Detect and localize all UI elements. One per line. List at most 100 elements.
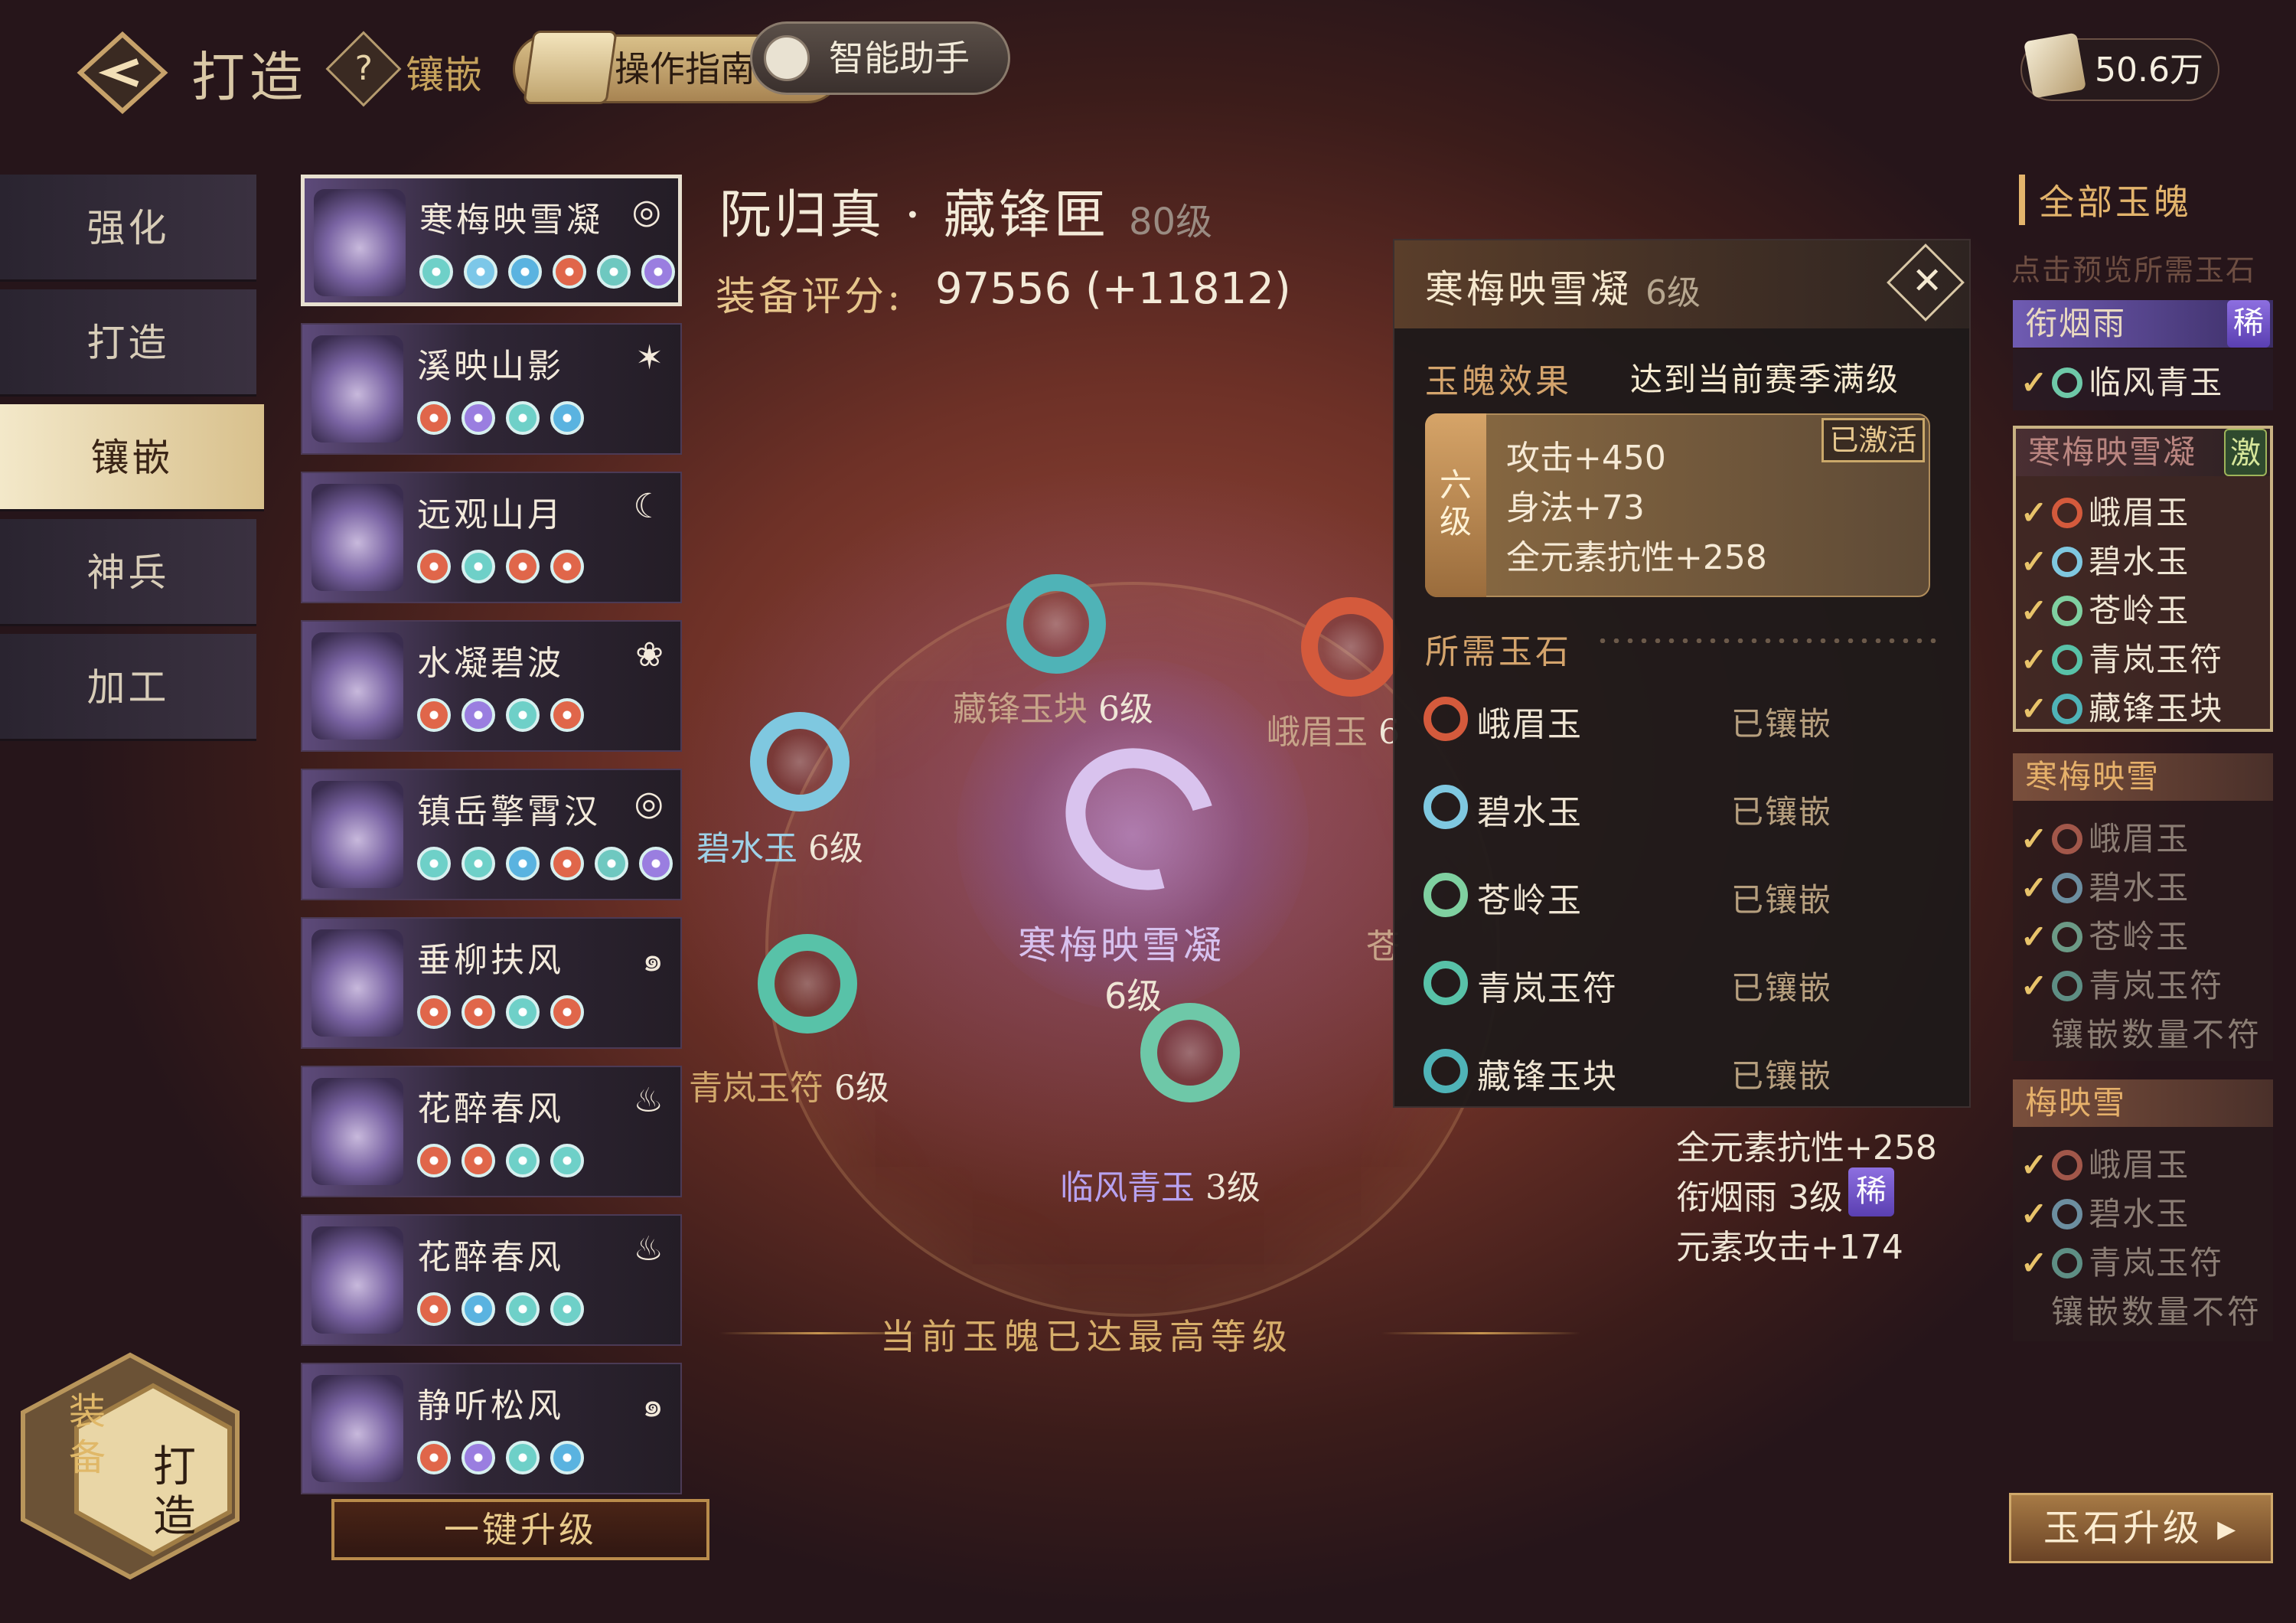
nav-divine-weapon[interactable]: 神兵 <box>0 519 256 626</box>
effect-label: 玉魄效果 <box>1425 362 1572 401</box>
required-stone-status: 已镶嵌 <box>1731 969 1833 1007</box>
one-key-upgrade-button[interactable]: 一键升级 <box>331 1499 709 1560</box>
gem-slot-icon <box>506 1144 540 1177</box>
jade-set-item[interactable]: ✓ 峨眉玉 <box>2020 487 2190 534</box>
nav-process[interactable]: 加工 <box>0 634 256 741</box>
equipment-card[interactable]: 远观山月 ☾ <box>301 472 682 603</box>
currency-scroll-icon <box>2024 32 2086 99</box>
jade-set-item[interactable]: ✓ 苍岭玉 <box>2020 585 2190 632</box>
jade-set-item[interactable]: ✓ 临风青玉 <box>2020 357 2223 403</box>
gem-slot-icon <box>417 1144 451 1177</box>
equipment-thumbnail <box>311 929 403 1037</box>
gem-slot-icon <box>417 550 451 583</box>
gem-slot-icon <box>417 1441 451 1474</box>
gem-slot-icon <box>506 401 540 435</box>
cangling-jade-icon <box>1424 873 1468 917</box>
all-jade-filter[interactable]: 全部玉魄 <box>2019 175 2192 225</box>
stone-label-linfeng: 临风青玉 3级 <box>1060 1168 1261 1207</box>
back-icon[interactable] <box>77 31 168 115</box>
effect-tier: 六级 <box>1425 413 1486 597</box>
jade-set-item[interactable]: ✓ 碧水玉 <box>2020 862 2190 909</box>
center-jade-level: 6级 <box>1104 975 1163 1017</box>
gem-slot-icon <box>597 255 631 289</box>
emei-jade-icon <box>2052 824 2083 854</box>
effect-line: 攻击+450 <box>1506 439 1666 478</box>
required-stone-status: 已镶嵌 <box>1731 705 1833 743</box>
equipment-card[interactable]: 花醉春风 ♨ <box>301 1066 682 1197</box>
equipment-thumbnail <box>311 1078 403 1185</box>
score-label: 装备评分: <box>716 274 904 320</box>
swirl-icon: ◎ <box>631 192 661 231</box>
gem-slot-icon <box>417 847 451 880</box>
nav-inlay[interactable]: 镶嵌 <box>0 404 264 511</box>
tab-inlay[interactable]: 镶嵌 <box>406 44 482 100</box>
lotus-icon: ❀ <box>635 635 664 674</box>
jade-set-item[interactable]: ✓ 峨眉玉 <box>2020 1139 2190 1186</box>
equipment-card[interactable]: 溪映山影 ✶ <box>301 323 682 455</box>
stone-slot-qinglan[interactable] <box>758 934 857 1034</box>
jade-set-item[interactable]: ✓ 碧水玉 <box>2020 1188 2190 1235</box>
required-stone-name: 藏锋玉块 <box>1477 1057 1618 1096</box>
equipment-card[interactable]: 寒梅映雪凝 ◎ <box>301 175 682 306</box>
jade-set-item[interactable]: ✓ 青岚玉符 <box>2020 960 2223 1007</box>
nav-forge[interactable]: 打造 <box>0 289 256 397</box>
gem-slot-icon <box>417 1292 451 1326</box>
gem-slot-icon <box>508 255 542 289</box>
gem-slot-icon <box>550 1292 584 1326</box>
equipment-card[interactable]: 静听松风 ๑ <box>301 1363 682 1494</box>
equipment-card[interactable]: 花醉春风 ♨ <box>301 1214 682 1346</box>
required-stone-name: 苍岭玉 <box>1477 881 1583 920</box>
jade-set-item[interactable]: ✓ 青岚玉符 <box>2020 634 2223 681</box>
equip-label: 装 <box>69 1390 106 1433</box>
flame-icon: ♨ <box>633 1081 664 1120</box>
cangfeng-jade-icon <box>1424 1049 1468 1093</box>
effect-line: 身法+73 <box>1506 488 1645 527</box>
svg-text:打: 打 <box>153 1442 196 1492</box>
activated-badge: 已激活 <box>1821 418 1925 462</box>
gem-slot-icon <box>417 401 451 435</box>
gem-slot-icon <box>419 255 453 289</box>
stone-slot-emei[interactable] <box>1301 597 1401 697</box>
book-search-icon <box>523 31 618 104</box>
required-stone-status: 已镶嵌 <box>1731 793 1833 831</box>
gem-slot-icon <box>461 698 495 732</box>
jade-set-item[interactable]: ✓ 青岚玉符 <box>2020 1237 2223 1284</box>
stone-slot-cangfeng[interactable] <box>1006 574 1106 674</box>
equipment-card[interactable]: 镇岳擎霄汉 ◎ <box>301 769 682 900</box>
required-stone-name: 碧水玉 <box>1477 793 1583 832</box>
rare-badge: 稀 <box>1848 1167 1894 1216</box>
jade-set-item[interactable]: ✓ 碧水玉 <box>2020 536 2190 583</box>
stone-slot-bishui[interactable] <box>750 712 850 812</box>
gem-slot-icon <box>506 995 540 1029</box>
jade-set-meiyingxue[interactable]: 梅映雪 <box>2013 1079 2273 1127</box>
equipment-name: 静听松风 <box>417 1386 564 1425</box>
gem-slots <box>417 1144 584 1177</box>
gem-slot-icon <box>417 698 451 732</box>
required-stone-status: 已镶嵌 <box>1731 1057 1833 1095</box>
help-icon[interactable]: ? <box>325 31 402 107</box>
gem-slot-icon <box>550 847 584 880</box>
qinglan-jade-icon <box>2052 1248 2083 1278</box>
stone-slot-linfeng[interactable] <box>1140 1003 1240 1102</box>
cangfeng-jade-icon <box>2052 694 2083 724</box>
effect-status: 达到当前赛季满级 <box>1630 361 1900 398</box>
jade-set-hanmeiyingxue[interactable]: 寒梅映雪 <box>2013 753 2273 801</box>
bishui-jade-icon <box>1424 785 1468 829</box>
nav-strengthen[interactable]: 强化 <box>0 175 256 282</box>
score-value: 97556 (+11812) <box>935 264 1291 314</box>
gem-slot-icon <box>550 1144 584 1177</box>
forge-hex-button[interactable]: 装 备 打 造 <box>15 1347 245 1585</box>
jade-set-item[interactable]: ✓ 藏锋玉块 <box>2020 683 2223 730</box>
equipment-thumbnail <box>311 1226 403 1334</box>
equipment-card[interactable]: 垂柳扶风 ๑ <box>301 917 682 1049</box>
cangling-jade-icon <box>2052 922 2083 952</box>
jade-set-item[interactable]: ✓ 苍岭玉 <box>2020 911 2190 958</box>
equipment-card[interactable]: 水凝碧波 ❀ <box>301 620 682 752</box>
equipment-name: 寒梅映雪凝 <box>419 201 603 240</box>
gem-slot-icon <box>550 995 584 1029</box>
qinglan-jade-icon <box>2052 971 2083 1001</box>
jade-upgrade-button[interactable]: 玉石升级 ▸ <box>2009 1493 2273 1563</box>
jade-set-item[interactable]: ✓ 峨眉玉 <box>2020 813 2190 860</box>
gem-slots <box>417 401 584 435</box>
gem-slot-icon <box>553 255 586 289</box>
